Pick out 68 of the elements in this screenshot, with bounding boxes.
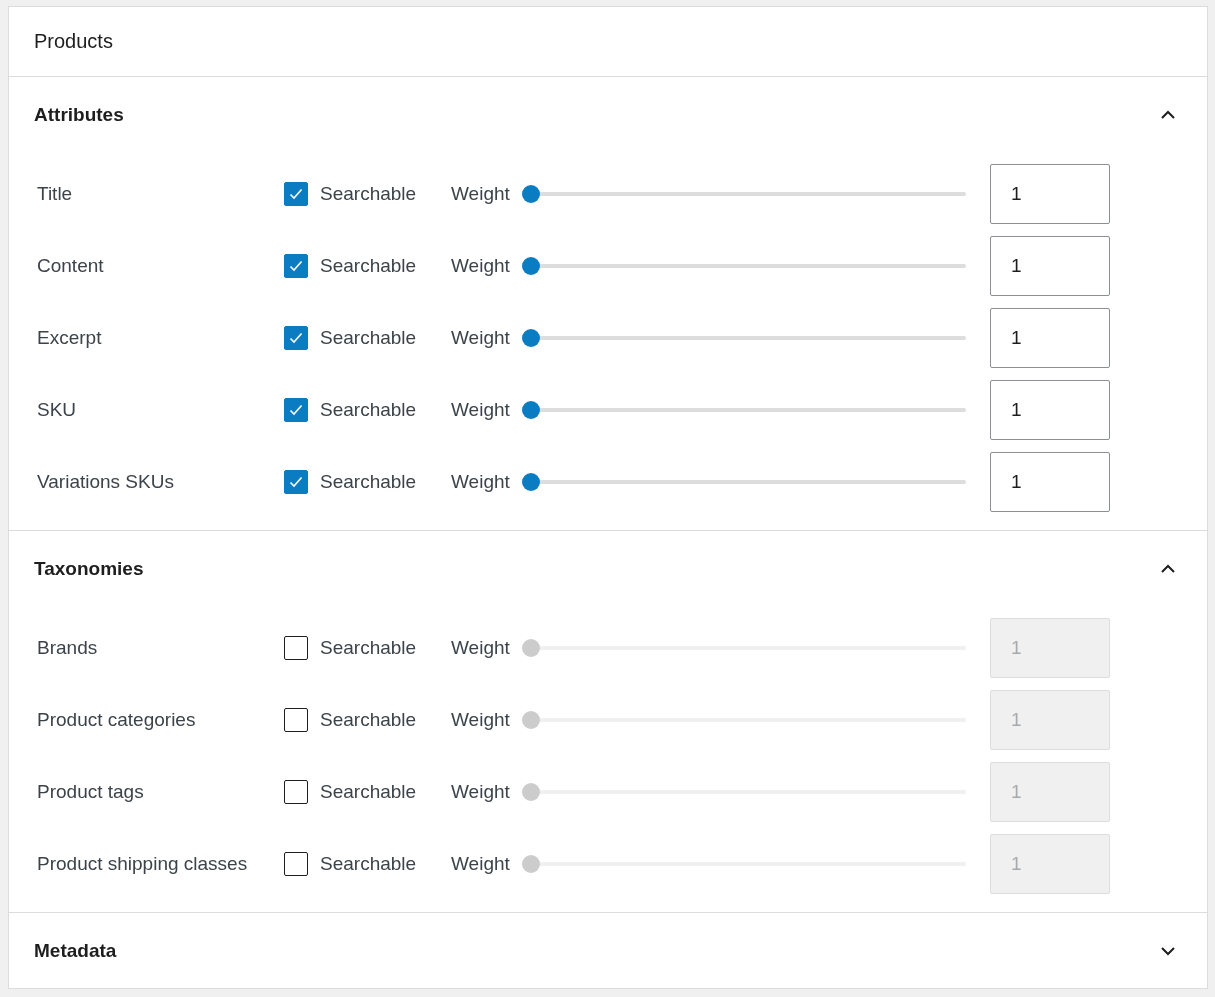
checkbox[interactable]	[284, 708, 308, 732]
field-label: Product shipping classes	[37, 853, 249, 875]
checkbox-label: Searchable	[320, 183, 417, 205]
field-label: Brands	[37, 637, 99, 659]
field-label: SKU	[37, 399, 78, 421]
weight-slider[interactable]	[522, 783, 966, 801]
weight-label: Weight	[451, 183, 511, 205]
weight-input[interactable]: 1	[990, 452, 1110, 512]
weight-slider[interactable]	[522, 855, 966, 873]
check-icon	[288, 186, 304, 202]
weight-slider[interactable]	[522, 639, 966, 657]
check-icon	[288, 258, 304, 274]
checkbox[interactable]	[284, 470, 308, 494]
weight-slider[interactable]	[522, 257, 966, 275]
slider-thumb[interactable]	[522, 783, 540, 801]
check-icon	[288, 474, 304, 490]
field-label: Content	[37, 255, 105, 277]
checkbox-label: Searchable	[320, 255, 417, 277]
slider-thumb[interactable]	[522, 257, 540, 275]
checkbox-label: Searchable	[320, 471, 417, 493]
weight-label: Weight	[451, 853, 511, 875]
section-title: Attributes	[34, 103, 124, 126]
weight-slider[interactable]	[522, 185, 966, 203]
slider-thumb[interactable]	[522, 329, 540, 347]
field-label: Title	[37, 183, 74, 205]
weight-slider[interactable]	[522, 401, 966, 419]
field-label: Variations SKUs	[37, 471, 175, 493]
weight-input[interactable]: 1	[990, 308, 1110, 368]
weight-label: Weight	[451, 709, 511, 731]
weight-label: Weight	[451, 255, 511, 277]
weight-input[interactable]: 1	[990, 380, 1110, 440]
checkbox[interactable]	[284, 254, 308, 278]
checkbox[interactable]	[284, 182, 308, 206]
checkbox-label: Searchable	[320, 709, 417, 731]
slider-thumb[interactable]	[522, 401, 540, 419]
check-icon	[288, 402, 304, 418]
section-title: Metadata	[34, 939, 117, 962]
slider-thumb[interactable]	[522, 473, 540, 491]
panel-title: Products	[34, 30, 113, 53]
weight-label: Weight	[451, 471, 511, 493]
weight-label: Weight	[451, 399, 511, 421]
slider-thumb[interactable]	[522, 711, 540, 729]
weight-label: Weight	[451, 781, 511, 803]
checkbox-label: Searchable	[320, 637, 417, 659]
section-title: Taxonomies	[34, 557, 144, 580]
weight-label: Weight	[451, 637, 511, 659]
checkbox-label: Searchable	[320, 327, 417, 349]
checkbox[interactable]	[284, 852, 308, 876]
checkbox[interactable]	[284, 398, 308, 422]
weight-slider[interactable]	[522, 329, 966, 347]
field-label: Excerpt	[37, 327, 103, 349]
checkbox[interactable]	[284, 326, 308, 350]
weight-input[interactable]: 1	[990, 236, 1110, 296]
slider-thumb[interactable]	[522, 639, 540, 657]
checkbox-label: Searchable	[320, 853, 417, 875]
slider-thumb[interactable]	[522, 855, 540, 873]
weight-label: Weight	[451, 327, 511, 349]
field-label: Product categories	[37, 709, 197, 731]
check-icon	[288, 330, 304, 346]
slider-thumb[interactable]	[522, 185, 540, 203]
checkbox-label: Searchable	[320, 399, 417, 421]
weight-input[interactable]: 1	[990, 164, 1110, 224]
checkbox-label: Searchable	[320, 781, 417, 803]
checkbox[interactable]	[284, 780, 308, 804]
checkbox[interactable]	[284, 636, 308, 660]
weight-slider[interactable]	[522, 473, 966, 491]
weight-slider[interactable]	[522, 711, 966, 729]
field-label: Product tags	[37, 781, 145, 803]
